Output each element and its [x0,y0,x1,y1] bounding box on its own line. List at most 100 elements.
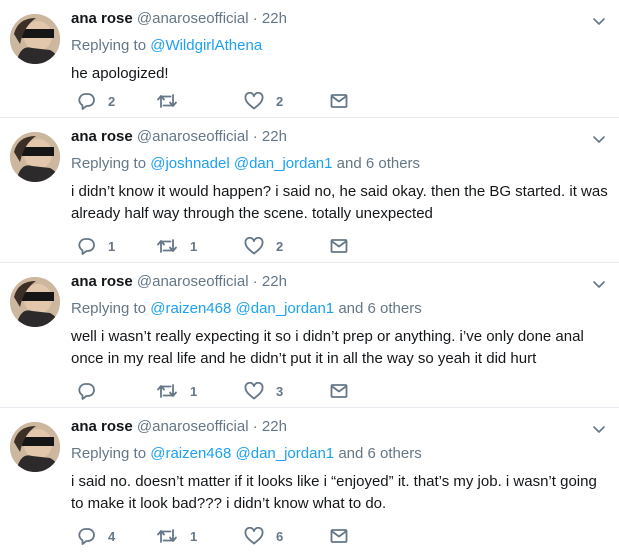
replying-label: Replying to [71,155,147,172]
mention-link[interactable]: @raizen468 [150,445,231,462]
retweet-icon [157,384,177,398]
direct-message-button[interactable] [330,526,348,546]
tweet-text: he apologized! [71,65,169,82]
tweet[interactable]: ana rose @anaroseofficial · 22h Replying… [0,0,619,118]
envelope-icon [330,384,348,398]
display-name[interactable]: ana rose [71,128,133,145]
retweet-count: 1 [190,528,198,544]
envelope-icon [330,239,348,253]
tweet-text: i didn’t know it would happen? i said no… [71,183,608,222]
like-button[interactable]: 6 [244,526,283,546]
chevron-down-icon[interactable] [591,421,607,437]
replying-to: Replying to @raizen468 @dan_jordan1 and … [71,444,609,464]
others-label[interactable]: and 6 others [338,300,421,317]
direct-message-button[interactable] [330,381,348,401]
replying-to: Replying to @raizen468 @dan_jordan1 and … [71,299,609,319]
reply-count: 1 [108,238,116,254]
avatar[interactable] [10,277,60,327]
tweet[interactable]: ana rose @anaroseofficial · 22h Replying… [0,408,619,558]
reply-button[interactable] [77,381,108,401]
others-label[interactable]: and 6 others [338,445,421,462]
mention-link[interactable]: @joshnadel [150,155,229,172]
heart-icon [244,527,264,545]
replying-label: Replying to [71,300,147,317]
like-button[interactable]: 2 [244,236,283,256]
like-count: 2 [276,238,284,254]
like-count: 6 [276,528,284,544]
reply-icon [78,528,95,545]
reply-icon [78,93,95,110]
action-bar: 1 3 [71,381,371,401]
retweet-count: 1 [190,383,198,399]
reply-icon [78,238,95,255]
replying-to: Replying to @joshnadel @dan_jordan1 and … [71,154,609,174]
replying-label: Replying to [71,445,147,462]
retweet-button[interactable]: 1 [156,381,197,401]
user-handle[interactable]: @anaroseofficial [137,418,249,435]
user-handle[interactable]: @anaroseofficial [137,128,249,145]
mention-link[interactable]: @dan_jordan1 [236,300,335,317]
user-handle[interactable]: @anaroseofficial [137,10,249,27]
replying-to: Replying to @WildgirlAthena [71,36,609,56]
reply-count: 4 [108,528,116,544]
display-name[interactable]: ana rose [71,418,133,435]
separator-dot: · [252,273,258,290]
mention-link[interactable]: @WildgirlAthena [150,37,262,54]
tweet[interactable]: ana rose @anaroseofficial · 22h Replying… [0,263,619,408]
timestamp[interactable]: 22h [262,418,287,435]
display-name[interactable]: ana rose [71,10,133,27]
chevron-down-icon[interactable] [591,131,607,147]
like-button[interactable]: 3 [244,381,283,401]
timestamp[interactable]: 22h [262,273,287,290]
tweet-header: ana rose @anaroseofficial · 22h [71,417,609,437]
direct-message-button[interactable] [330,236,348,256]
mention-link[interactable]: @raizen468 [150,300,231,317]
tweet-header: ana rose @anaroseofficial · 22h [71,9,609,29]
like-count: 2 [276,93,284,109]
timestamp[interactable]: 22h [262,128,287,145]
avatar[interactable] [10,422,60,472]
retweet-icon [157,529,177,543]
reply-button[interactable]: 4 [77,526,115,546]
chevron-down-icon[interactable] [591,276,607,292]
tweet-text: i said no. doesn’t matter if it looks li… [71,473,597,512]
separator-dot: · [252,418,258,435]
retweet-button[interactable]: 1 [156,526,197,546]
action-bar: 2 2 [71,91,371,111]
avatar[interactable] [10,132,60,182]
envelope-icon [330,94,348,108]
separator-dot: · [252,10,258,27]
display-name[interactable]: ana rose [71,273,133,290]
tweet-text: well i wasn’t really expecting it so i d… [71,328,584,367]
heart-icon [244,382,264,400]
tweet[interactable]: ana rose @anaroseofficial · 22h Replying… [0,118,619,263]
heart-icon [244,92,264,110]
retweet-button[interactable]: 1 [156,236,197,256]
like-count: 3 [276,383,284,399]
others-label[interactable]: and 6 others [337,155,420,172]
avatar[interactable] [10,14,60,64]
action-bar: 1 1 2 [71,236,371,256]
action-bar: 4 1 6 [71,526,371,546]
replying-label: Replying to [71,37,147,54]
mention-link[interactable]: @dan_jordan1 [236,445,335,462]
direct-message-button[interactable] [330,91,348,111]
like-button[interactable]: 2 [244,91,283,111]
heart-icon [244,237,264,255]
retweet-button[interactable] [156,91,190,111]
reply-button[interactable]: 1 [77,236,115,256]
chevron-down-icon[interactable] [591,13,607,29]
separator-dot: · [252,128,258,145]
user-handle[interactable]: @anaroseofficial [137,273,249,290]
reply-button[interactable]: 2 [77,91,115,111]
reply-icon [78,383,95,400]
reply-count: 2 [108,93,116,109]
tweet-header: ana rose @anaroseofficial · 22h [71,127,609,147]
retweet-icon [157,239,177,253]
envelope-icon [330,529,348,543]
tweet-header: ana rose @anaroseofficial · 22h [71,272,609,292]
retweet-count: 1 [190,238,198,254]
retweet-icon [157,94,177,108]
timestamp[interactable]: 22h [262,10,287,27]
mention-link[interactable]: @dan_jordan1 [234,155,333,172]
